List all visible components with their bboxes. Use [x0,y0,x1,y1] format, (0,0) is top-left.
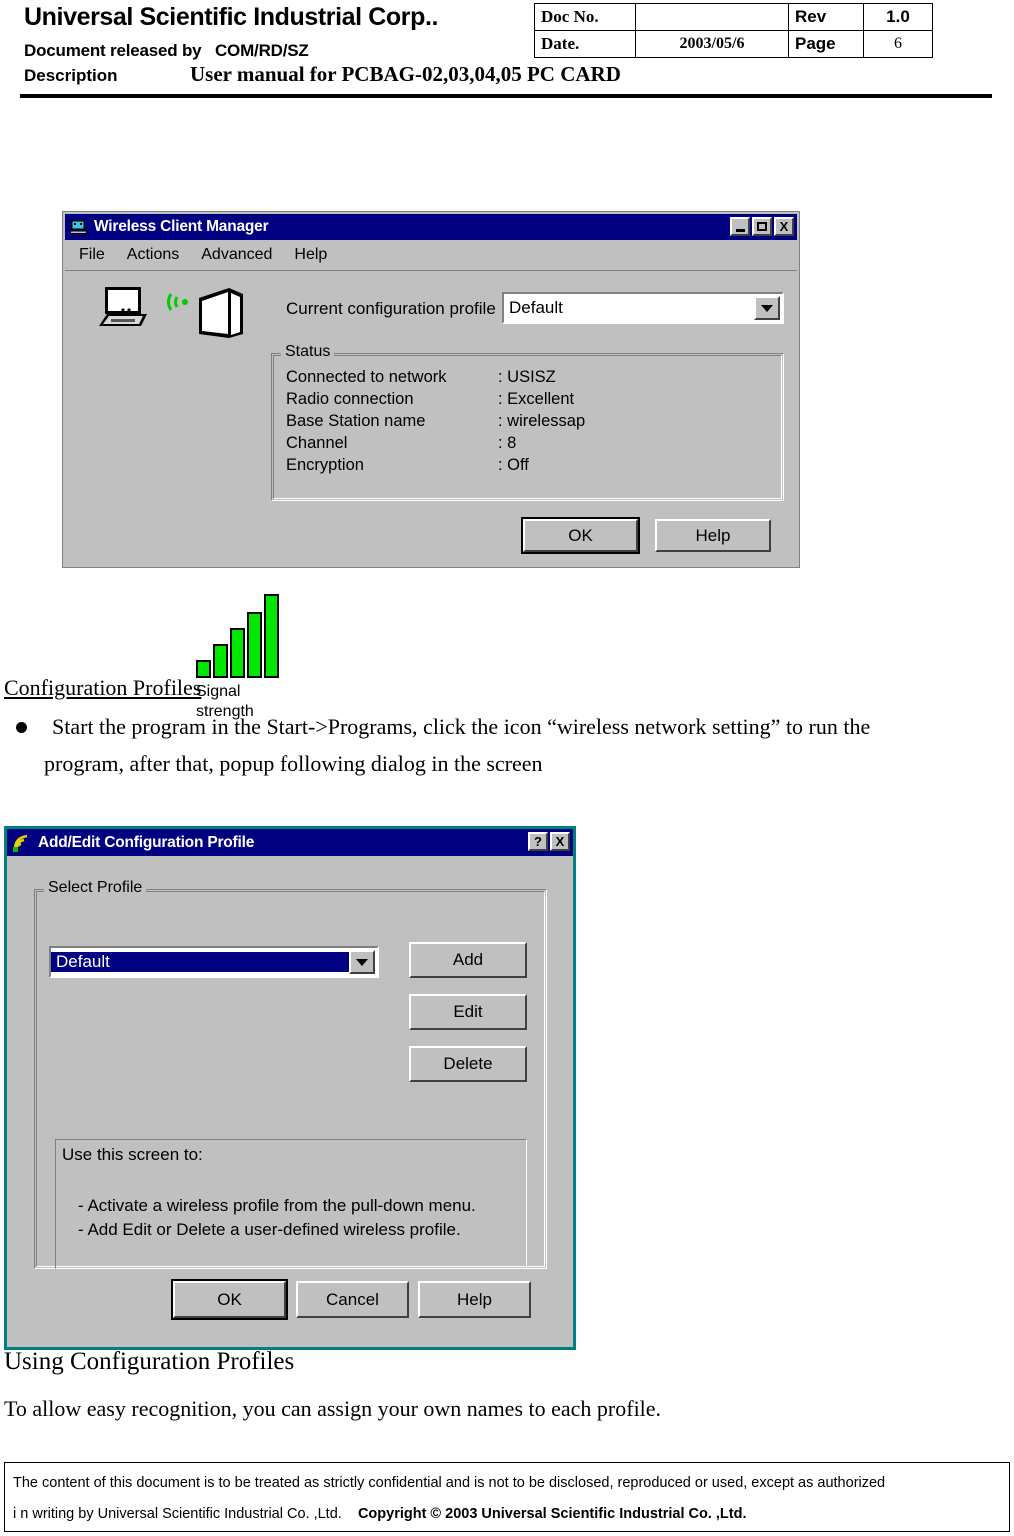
section1-bullet-line1: Start the program in the Start->Programs… [52,714,871,739]
table-row: Date. 2003/05/6 Page 6 [534,30,933,58]
description-value: User manual for PCBAG-02,03,04,05 PC CAR… [190,62,621,86]
section2-paragraph: To allow easy recognition, you can assig… [4,1396,662,1421]
released-by-row: Document released by COM/RD/SZ [24,39,544,63]
ok-button[interactable]: OK [521,517,640,554]
status-row: Radio connection : Excellent [286,390,766,412]
section1-heading: Configuration Profiles [4,675,202,700]
select-profile-group-label: Select Profile [44,879,147,897]
footer-box: The content of this document is to be tr… [4,1462,1010,1532]
dialog1-titlebar[interactable]: Wireless Client Manager X [65,214,797,240]
info-box: Use this screen to: - Activate a wireles… [55,1139,527,1269]
released-by-value: COM/RD/SZ [214,41,309,60]
info-line-2: - Add Edit or Delete a user-defined wire… [78,1220,461,1239]
signal-bar-4 [247,612,262,678]
edit-button[interactable]: Edit [409,994,527,1030]
section1-bullet-line2: program, after that, popup following dia… [44,751,543,776]
date-label: Date. [534,30,636,58]
doc-no-label: Doc No. [534,3,636,31]
ok-button[interactable]: OK [171,1279,288,1320]
description-label: Description [24,66,118,85]
info-title: Use this screen to: [62,1145,203,1164]
status-row-value: : Excellent [498,390,575,408]
header-info-table: Doc No. Rev 1.0 Date. 2003/05/6 Page 6 [534,3,933,58]
status-row-value: : USISZ [498,368,556,386]
doc-no-value [635,3,789,31]
page-label: Page [788,30,864,58]
status-row: Channel : 8 [286,434,766,456]
status-row: Encryption : Off [286,456,766,478]
profile-label: Current configuration profile [286,299,496,318]
status-row-key: Base Station name [286,412,426,430]
signal-bar-2 [213,644,228,678]
dialog2-titlebar[interactable]: Add/Edit Configuration Profile ? X [7,829,573,856]
info-line-1: - Activate a wireless profile from the p… [78,1196,476,1215]
maximize-button[interactable] [752,217,772,236]
delete-button[interactable]: Delete [409,1046,527,1082]
help-button[interactable]: Help [418,1281,531,1318]
bullet-icon [16,722,27,733]
dialog1-menubar: File Actions Advanced Help [65,240,797,271]
document-header: Universal Scientific Industrial Corp.. D… [0,0,1014,100]
profile-combobox[interactable]: Default [502,292,784,324]
select-profile-combobox[interactable]: Default [49,946,379,978]
menu-advanced[interactable]: Advanced [197,244,276,266]
status-row-value: : wirelessap [498,412,586,430]
access-point-icon [193,284,243,338]
header-divider [20,94,992,98]
dialog2-window-controls: ? X [528,832,570,851]
signal-label-line1: Signal [196,683,241,700]
rev-value: 1.0 [863,3,933,31]
help-titlebar-button[interactable]: ? [528,832,548,851]
dialog1-title: Wireless Client Manager [94,218,269,235]
close-button[interactable]: X [550,832,570,851]
status-row: Base Station name : wirelessap [286,412,766,434]
menu-help[interactable]: Help [290,244,331,266]
radio-waves-icon [165,290,191,314]
status-row-key: Connected to network [286,368,447,386]
laptop-icon [95,286,149,328]
footer-line-1: The content of this document is to be tr… [13,1475,886,1491]
menu-actions[interactable]: Actions [123,244,183,266]
wireless-signal-icon [12,833,32,852]
released-by-label: Document released by [24,41,202,60]
signal-bar-5 [264,594,279,678]
profile-combobox-value: Default [509,298,563,317]
status-row-key: Encryption [286,456,364,474]
status-row-key: Channel [286,434,348,452]
status-group: Status Connected to network : USISZ Radio … [271,343,784,501]
close-button[interactable]: X [774,217,794,236]
chevron-down-icon[interactable] [349,950,375,974]
menu-file[interactable]: File [75,244,109,266]
minimize-button[interactable] [730,217,750,236]
signal-strength-chart [196,586,279,678]
rev-label: Rev [788,3,864,31]
header-left-block: Universal Scientific Industrial Corp.. D… [24,0,544,63]
section2-heading: Using Configuration Profiles [4,1348,295,1375]
company-name: Universal Scientific Industrial Corp.. [24,3,439,31]
status-row: Connected to network : USISZ [286,368,766,390]
maximize-icon [757,222,767,231]
status-row-value: : 8 [498,434,517,452]
wireless-client-manager-window: Wireless Client Manager X File Actions A… [63,212,799,720]
select-profile-value: Default [51,952,349,972]
help-button[interactable]: Help [655,519,771,552]
signal-bar-3 [230,628,245,678]
date-value: 2003/05/6 [635,30,789,58]
status-row-value: : Off [498,456,529,474]
dialog2-title: Add/Edit Configuration Profile [38,833,255,851]
minimize-icon [735,228,745,232]
add-button[interactable]: Add [409,942,527,978]
footer-copyright: Copyright © 2003 Universal Scientific In… [357,1506,747,1522]
chevron-down-icon[interactable] [754,296,780,320]
table-row: Doc No. Rev 1.0 [534,3,933,31]
status-row-key: Radio connection [286,390,414,408]
add-edit-configuration-profile-window: Add/Edit Configuration Profile ? X Selec… [4,826,576,1350]
laptop-monitor-icon [70,219,88,235]
cancel-button[interactable]: Cancel [296,1281,409,1318]
dialog1-window-controls: X [730,217,794,236]
footer-line-2: i n writing by Universal Scientific Indu… [13,1506,747,1522]
page-value: 6 [863,30,933,58]
footer-line-2-plain: i n writing by Universal Scientific Indu… [13,1506,342,1522]
status-group-label: Status [281,343,335,361]
